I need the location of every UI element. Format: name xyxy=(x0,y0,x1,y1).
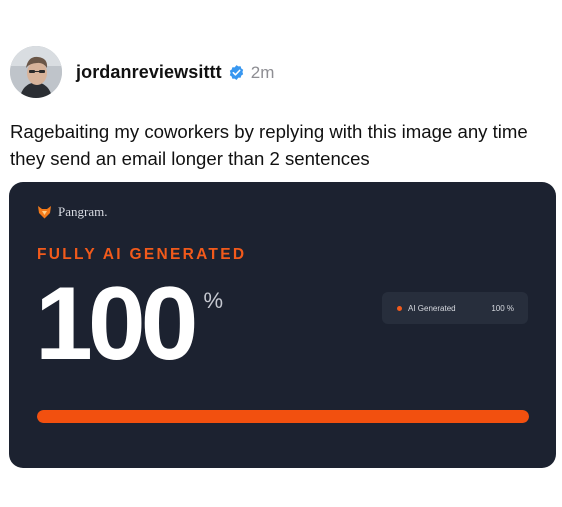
post-caption: Ragebaiting my coworkers by replying wit… xyxy=(10,121,528,169)
brand-name: Pangram. xyxy=(58,204,108,219)
post-header: jordanreviewsittt 2m xyxy=(76,62,274,83)
score-display: 100 % xyxy=(35,272,223,376)
brand: Pangram. xyxy=(37,204,107,220)
username[interactable]: jordanreviewsittt xyxy=(76,62,222,83)
avatar-image xyxy=(10,46,62,98)
social-post: jordanreviewsittt 2m Ragebaiting my cowo… xyxy=(0,0,562,507)
legend-label: AI Generated xyxy=(408,303,456,313)
post-timestamp: 2m xyxy=(250,62,275,82)
attached-image-card[interactable]: Pangram. FULLY AI GENERATED 100 % AI Gen… xyxy=(9,182,556,468)
legend-pill: AI Generated 100 % xyxy=(382,292,528,324)
score-value: 100 xyxy=(35,266,199,382)
progress-fill xyxy=(37,410,529,423)
pangram-fox-logo-icon xyxy=(37,205,52,219)
verdict-label: FULLY AI GENERATED xyxy=(37,246,247,263)
legend-dot xyxy=(397,305,402,311)
legend-value: 100 % xyxy=(491,303,514,313)
avatar[interactable] xyxy=(10,46,62,98)
score-unit: % xyxy=(203,288,224,313)
verified-badge-icon xyxy=(228,64,245,81)
progress-bar xyxy=(37,410,529,423)
